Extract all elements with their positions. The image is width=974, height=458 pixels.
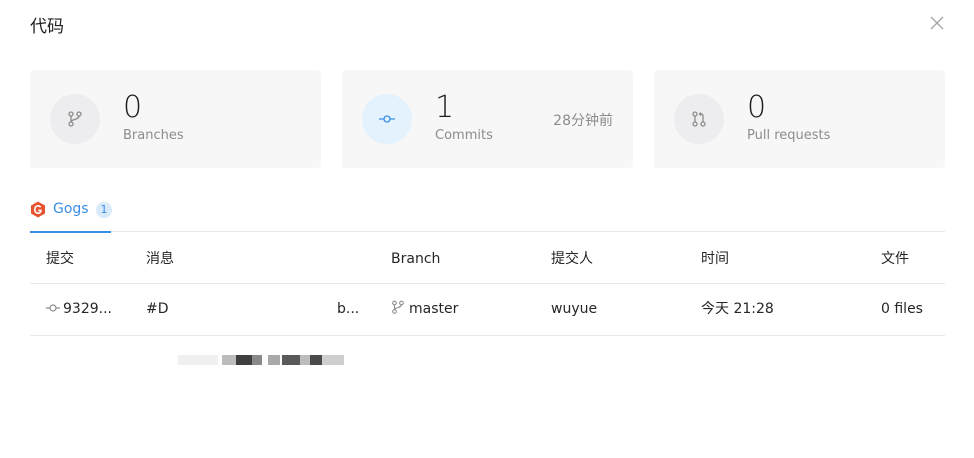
commit-message-start: #D — [146, 301, 169, 317]
header-message: 消息 — [146, 251, 174, 267]
commit-files: 0 files — [881, 301, 923, 317]
commits-label: Commits — [435, 128, 493, 143]
pull-request-icon — [674, 94, 724, 144]
header-author: 提交人 — [551, 251, 593, 267]
commit-sha-text: 9329... — [63, 301, 112, 317]
branches-label: Branches — [123, 128, 184, 143]
pull-requests-card: 0 Pull requests — [654, 70, 945, 168]
tab-gogs[interactable]: Gogs 1 — [30, 192, 112, 233]
commit-time: 今天 21:28 — [701, 301, 774, 317]
commits-table: 提交 消息 Branch 提交人 时间 文件 9329... #D b... m… — [30, 236, 945, 365]
header-commit: 提交 — [46, 251, 74, 267]
commit-message-end: b... — [337, 301, 360, 317]
commit-icon — [362, 94, 412, 144]
commits-card: 1 Commits 28分钟前 — [342, 70, 633, 168]
gogs-icon — [30, 201, 46, 222]
commit-branch-text: master — [409, 301, 459, 317]
close-icon[interactable] — [928, 14, 946, 32]
dialog-title: 代码 — [30, 17, 64, 37]
branches-count: 0 — [123, 90, 143, 125]
commit-icon — [46, 304, 60, 312]
tab-gogs-label: Gogs — [53, 201, 89, 217]
header-branch: Branch — [391, 251, 441, 267]
commit-branch: master — [391, 284, 458, 335]
pull-requests-label: Pull requests — [747, 128, 831, 143]
stats-cards: 0 Branches 1 Commits 28分钟前 0 Pull reques… — [30, 70, 945, 168]
pull-requests-count: 0 — [747, 90, 767, 125]
source-tabs: Gogs 1 — [30, 192, 945, 233]
commit-author: wuyue — [551, 301, 598, 317]
table-row[interactable]: 9329... #D b... master wuyue 今天 21:28 0 … — [30, 284, 945, 365]
branches-card: 0 Branches — [30, 70, 321, 168]
branch-icon — [392, 300, 404, 314]
commit-sha[interactable]: 9329... — [46, 284, 112, 335]
tab-gogs-count-badge: 1 — [96, 202, 112, 218]
branch-icon — [50, 94, 100, 144]
table-header: 提交 消息 Branch 提交人 时间 文件 — [30, 236, 945, 284]
last-commit-time: 28分钟前 — [553, 113, 613, 129]
header-time: 时间 — [701, 251, 729, 267]
header-files: 文件 — [881, 251, 909, 267]
commits-count: 1 — [435, 90, 455, 125]
